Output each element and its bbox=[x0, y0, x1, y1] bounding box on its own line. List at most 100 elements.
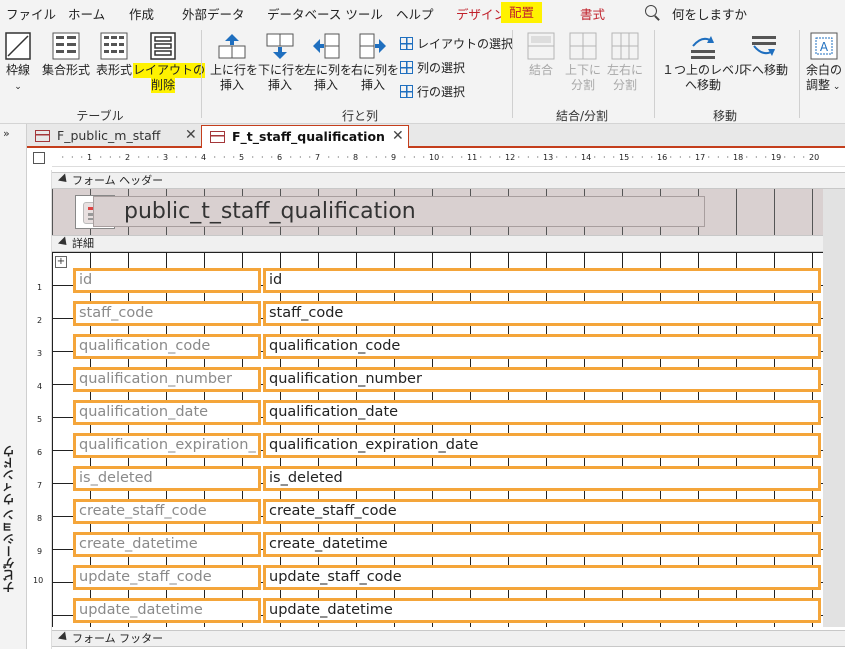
field-label[interactable]: update_datetime bbox=[73, 598, 261, 623]
insert-right-icon bbox=[359, 33, 386, 59]
table-layout-button[interactable]: 表形式 bbox=[94, 32, 134, 78]
move-up-button[interactable]: １つ上のレベル へ移動 bbox=[662, 32, 746, 93]
select-row-button[interactable]: 行の選択 bbox=[400, 83, 465, 100]
ribbon-separator bbox=[654, 30, 655, 118]
ruler-dot: · bbox=[251, 153, 255, 162]
navigation-pane[interactable]: » ナビゲーション ウィンドウ bbox=[0, 124, 27, 649]
ruler-dot: · bbox=[498, 153, 502, 162]
field-textbox[interactable]: qualification_expiration_date bbox=[263, 433, 821, 458]
horizontal-ruler: · · · 1 · · · 2 · · · 3 · · · 4 · · · 5 · · · 6 · · · 7 · · · 8 · · · 9 · · · 1… bbox=[52, 150, 845, 167]
field-textbox[interactable]: qualification_number bbox=[263, 367, 821, 392]
vruler-number: 2 bbox=[37, 316, 43, 325]
close-icon[interactable]: ✕ bbox=[185, 125, 197, 146]
ruler-number: 1 bbox=[87, 153, 93, 162]
ruler-dot: · bbox=[517, 153, 521, 162]
select-layout-button[interactable]: レイアウトの選択 bbox=[400, 35, 513, 52]
detail-bar[interactable]: 詳細 bbox=[52, 235, 845, 252]
table-layout-icon bbox=[100, 32, 128, 60]
field-label[interactable]: qualification_code bbox=[73, 334, 261, 359]
ruler-number: 10 bbox=[429, 153, 440, 162]
field-label[interactable]: id bbox=[73, 268, 261, 293]
select-column-button[interactable]: 列の選択 bbox=[400, 59, 465, 76]
vruler-number: 5 bbox=[37, 415, 43, 424]
field-textbox[interactable]: is_deleted bbox=[263, 466, 821, 491]
insert-right-button[interactable]: 右に列を 挿入 bbox=[351, 32, 399, 93]
form-icon bbox=[210, 131, 225, 143]
insert-above-icon bbox=[218, 34, 246, 59]
field-textbox[interactable]: update_datetime bbox=[263, 598, 821, 623]
ribbon-tab-8[interactable]: 書式 bbox=[580, 4, 605, 23]
close-icon[interactable]: ✕ bbox=[392, 126, 404, 147]
insert-above-button[interactable]: 上に行を 挿入 bbox=[210, 32, 258, 93]
form-header-bar[interactable]: フォーム ヘッダー bbox=[52, 172, 845, 189]
field-label[interactable]: update_staff_code bbox=[73, 565, 261, 590]
insert-below-button[interactable]: 下に行を 挿入 bbox=[258, 32, 306, 93]
ruler-dot: · bbox=[650, 153, 654, 162]
search-icon[interactable] bbox=[645, 5, 657, 17]
ribbon-tab-2[interactable]: 作成 bbox=[129, 4, 154, 23]
form-title-label[interactable]: public_t_staff_qualification bbox=[93, 196, 705, 227]
ruler-number: 5 bbox=[239, 153, 245, 162]
ruler-dot: · bbox=[413, 153, 416, 162]
ribbon-separator bbox=[799, 30, 800, 118]
vruler-number: 1 bbox=[37, 283, 43, 292]
remove-layout-icon bbox=[150, 32, 176, 60]
margins-icon: A bbox=[810, 32, 838, 60]
stacked-button[interactable]: 枠線 ⌄ bbox=[4, 32, 32, 95]
ruler-dot: · bbox=[327, 153, 331, 162]
tab-f-t-staff-qualification[interactable]: F_t_staff_qualification ✕ bbox=[201, 125, 409, 149]
ruler-number: 11 bbox=[467, 153, 478, 162]
document-tabs: F_public_m_staff ✕ F_t_staff_qualificati… bbox=[27, 124, 845, 149]
ruler-number: 14 bbox=[581, 153, 592, 162]
field-label[interactable]: qualification_number bbox=[73, 367, 261, 392]
ribbon-tab-5[interactable]: ヘルプ bbox=[396, 4, 434, 23]
ruler-number: 4 bbox=[201, 153, 207, 162]
move-up-icon bbox=[691, 36, 715, 59]
ribbon-tab-3[interactable]: 外部データ bbox=[182, 4, 245, 23]
field-label[interactable]: create_datetime bbox=[73, 532, 261, 557]
field-textbox[interactable]: create_staff_code bbox=[263, 499, 821, 524]
layout-selector-icon[interactable]: + bbox=[55, 256, 67, 268]
tabular-button[interactable]: 集合形式 bbox=[40, 32, 92, 78]
ruler-dot: · bbox=[71, 153, 74, 162]
ruler-dot: · bbox=[707, 153, 711, 162]
remove-layout-button[interactable]: レイアウトの 削除 bbox=[133, 32, 206, 93]
split-vertical-button[interactable]: 上下に 分割 bbox=[563, 32, 603, 93]
field-textbox[interactable]: qualification_date bbox=[263, 400, 821, 425]
ribbon-tab-0[interactable]: ファイル bbox=[6, 4, 56, 23]
ruler-number: 13 bbox=[543, 153, 554, 162]
ruler-dot: · bbox=[308, 153, 312, 162]
ribbon-separator bbox=[201, 30, 202, 118]
tab-f-public-m-staff[interactable]: F_public_m_staff ✕ bbox=[27, 125, 199, 147]
field-label[interactable]: create_staff_code bbox=[73, 499, 261, 524]
split-horizontal-button[interactable]: 左右に 分割 bbox=[605, 32, 645, 93]
grid-icon bbox=[400, 61, 413, 74]
ruler-number: 12 bbox=[505, 153, 516, 162]
field-label[interactable]: qualification_date bbox=[73, 400, 261, 425]
insert-left-button[interactable]: 左に列を 挿入 bbox=[304, 32, 352, 93]
move-down-button[interactable]: 下へ移動 bbox=[740, 32, 788, 78]
ruler-dot: · bbox=[641, 153, 644, 162]
field-label[interactable]: is_deleted bbox=[73, 466, 261, 491]
ruler-dot: · bbox=[384, 153, 388, 162]
field-textbox[interactable]: qualification_code bbox=[263, 334, 821, 359]
control-margins-button[interactable]: A 余白の 調整 ⌄ bbox=[806, 32, 844, 95]
ribbon-tab-4[interactable]: データベース ツール bbox=[267, 4, 383, 23]
form-selector[interactable] bbox=[33, 152, 45, 164]
field-textbox[interactable]: create_datetime bbox=[263, 532, 821, 557]
ribbon-tab-1[interactable]: ホーム bbox=[68, 4, 105, 23]
ribbon-tab-6[interactable]: デザイン bbox=[456, 4, 506, 23]
ruler-dot: · bbox=[565, 153, 568, 162]
move-group-label: 移動 bbox=[712, 109, 737, 123]
ribbon-tab-7[interactable]: 配置 bbox=[501, 2, 543, 23]
tell-me-box[interactable]: 何をしますか bbox=[672, 4, 747, 23]
vruler-number: 9 bbox=[37, 547, 43, 556]
form-footer-bar[interactable]: フォーム フッター bbox=[52, 630, 845, 647]
field-textbox[interactable]: staff_code bbox=[263, 301, 821, 326]
field-label[interactable]: staff_code bbox=[73, 301, 261, 326]
field-textbox[interactable]: id bbox=[263, 268, 821, 293]
field-textbox[interactable]: update_staff_code bbox=[263, 565, 821, 590]
merge-button[interactable]: 結合 bbox=[522, 32, 560, 78]
field-label[interactable]: qualification_expiration_ bbox=[73, 433, 261, 458]
chevron-right-icon[interactable]: » bbox=[3, 127, 10, 140]
